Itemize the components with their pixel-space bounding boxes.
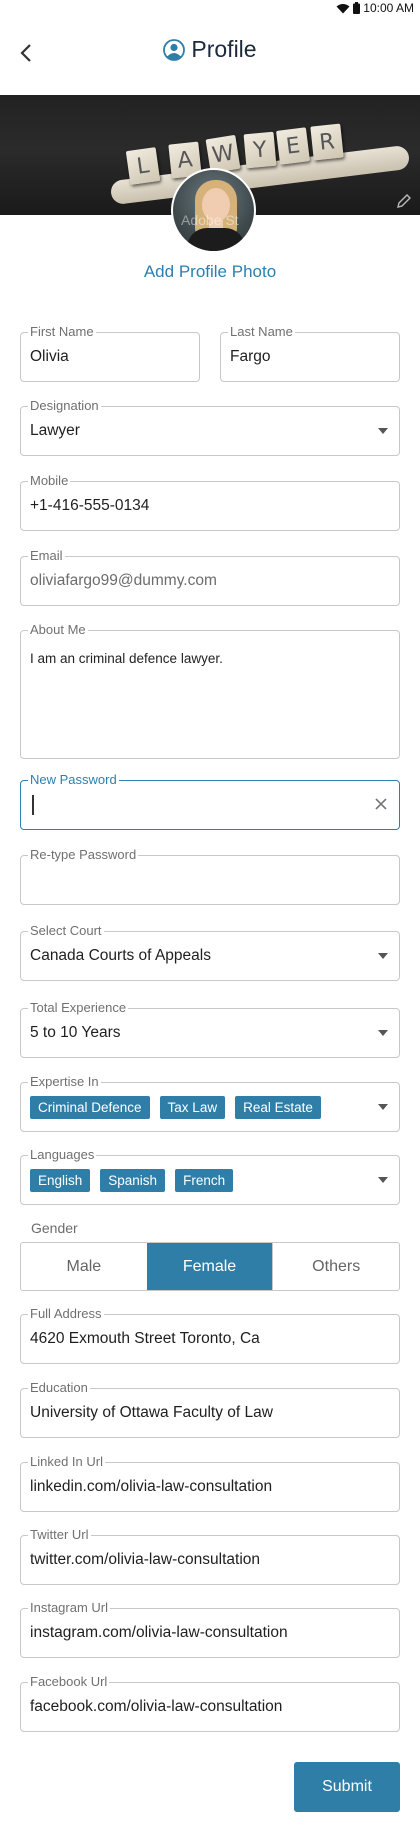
gender-option-others[interactable]: Others: [272, 1243, 399, 1290]
twitter-url-value: twitter.com/olivia-law-consultation: [30, 1551, 261, 1568]
education-field[interactable]: Education University of Ottawa Faculty o…: [20, 1380, 400, 1438]
email-value: oliviafargo99@dummy.com: [30, 572, 217, 589]
avatar-watermark: Adobe St: [181, 212, 239, 228]
linkedin-url-field[interactable]: Linked In Url linkedin.com/olivia-law-co…: [20, 1454, 400, 1512]
app-bar: Profile: [0, 16, 420, 94]
instagram-url-value: instagram.com/olivia-law-consultation: [30, 1624, 288, 1641]
status-bar: 10:00 AM: [0, 0, 420, 16]
language-chip[interactable]: Spanish: [100, 1169, 166, 1192]
page-title: Profile: [0, 36, 420, 63]
text-cursor: [32, 795, 34, 815]
twitter-url-field[interactable]: Twitter Url twitter.com/olivia-law-consu…: [20, 1527, 400, 1585]
caret-down-icon: [378, 1104, 388, 1110]
submit-button[interactable]: Submit: [294, 1762, 400, 1812]
expertise-label: Expertise In: [28, 1074, 101, 1090]
about-me-label: About Me: [28, 622, 88, 638]
expertise-chip[interactable]: Tax Law: [159, 1096, 226, 1119]
battery-icon: [353, 2, 361, 14]
caret-down-icon: [378, 953, 388, 959]
gender-label: Gender: [31, 1220, 78, 1236]
add-profile-photo-link[interactable]: Add Profile Photo: [0, 262, 420, 282]
education-value: University of Ottawa Faculty of Law: [30, 1404, 273, 1421]
languages-label: Languages: [28, 1147, 97, 1163]
expertise-chips: Criminal Defence Tax Law Real Estate: [30, 1096, 321, 1119]
retype-password-label: Re-type Password: [28, 847, 139, 863]
last-name-label: Last Name: [228, 324, 295, 340]
linkedin-url-value: linkedin.com/olivia-law-consultation: [30, 1478, 273, 1495]
edit-cover-icon[interactable]: [396, 193, 412, 209]
gender-segmented-control: Male Female Others: [20, 1242, 400, 1291]
email-label: Email: [28, 548, 65, 564]
instagram-url-label: Instagram Url: [28, 1600, 111, 1616]
new-password-label: New Password: [28, 772, 119, 788]
facebook-url-field[interactable]: Facebook Url facebook.com/olivia-law-con…: [20, 1674, 400, 1732]
address-field[interactable]: Full Address 4620 Exmouth Street Toronto…: [20, 1306, 400, 1364]
language-chip[interactable]: English: [30, 1169, 91, 1192]
new-password-field[interactable]: New Password: [20, 772, 400, 830]
cover-tile: L: [125, 147, 161, 185]
designation-label: Designation: [28, 398, 101, 414]
court-select[interactable]: Select Court Canada Courts of Appeals: [20, 923, 400, 981]
linkedin-url-label: Linked In Url: [28, 1454, 105, 1470]
about-me-textarea[interactable]: About Me I am an criminal defence lawyer…: [20, 622, 400, 759]
designation-select[interactable]: Designation Lawyer: [20, 398, 400, 456]
cover-tile: E: [276, 127, 310, 165]
designation-value: Lawyer: [30, 422, 80, 439]
address-value: 4620 Exmouth Street Toronto, Ca: [30, 1330, 260, 1347]
mobile-value: +1-416-555-0134: [30, 497, 150, 514]
cover-tile: R: [310, 123, 344, 161]
retype-password-field[interactable]: Re-type Password: [20, 847, 400, 905]
twitter-url-label: Twitter Url: [28, 1527, 91, 1543]
caret-down-icon: [378, 428, 388, 434]
status-time: 10:00 AM: [363, 1, 414, 15]
facebook-url-value: facebook.com/olivia-law-consultation: [30, 1698, 283, 1715]
languages-chips: English Spanish French: [30, 1169, 234, 1192]
mobile-field[interactable]: Mobile +1-416-555-0134: [20, 473, 400, 531]
mobile-label: Mobile: [28, 473, 71, 489]
first-name-label: First Name: [28, 324, 96, 340]
experience-value: 5 to 10 Years: [30, 1024, 121, 1041]
user-circle-icon: [163, 38, 186, 61]
expertise-select[interactable]: Expertise In Criminal Defence Tax Law Re…: [20, 1074, 400, 1132]
gender-option-female[interactable]: Female: [146, 1243, 273, 1290]
avatar[interactable]: Adobe St: [171, 168, 256, 253]
wifi-icon: [336, 3, 350, 13]
about-me-value: I am an criminal defence lawyer.: [30, 651, 223, 666]
page-title-text: Profile: [191, 36, 257, 62]
last-name-value: Fargo: [230, 348, 271, 365]
education-label: Education: [28, 1380, 90, 1396]
facebook-url-label: Facebook Url: [28, 1674, 110, 1690]
caret-down-icon: [378, 1030, 388, 1036]
address-label: Full Address: [28, 1306, 104, 1322]
languages-select[interactable]: Languages English Spanish French: [20, 1147, 400, 1205]
language-chip[interactable]: French: [175, 1169, 234, 1192]
first-name-field[interactable]: First Name Olivia: [20, 324, 200, 382]
experience-select[interactable]: Total Experience 5 to 10 Years: [20, 1000, 400, 1058]
last-name-field[interactable]: Last Name Fargo: [220, 324, 400, 382]
email-field[interactable]: Email oliviafargo99@dummy.com: [20, 548, 400, 606]
experience-label: Total Experience: [28, 1000, 129, 1016]
expertise-chip[interactable]: Real Estate: [235, 1096, 321, 1119]
instagram-url-field[interactable]: Instagram Url instagram.com/olivia-law-c…: [20, 1600, 400, 1658]
court-value: Canada Courts of Appeals: [30, 947, 211, 964]
clear-icon[interactable]: [373, 796, 389, 812]
caret-down-icon: [378, 1177, 388, 1183]
cover-tile: Y: [243, 131, 277, 169]
court-label: Select Court: [28, 923, 104, 939]
first-name-value: Olivia: [30, 348, 69, 365]
status-indicators: 10:00 AM: [336, 1, 414, 15]
expertise-chip[interactable]: Criminal Defence: [30, 1096, 150, 1119]
gender-option-male[interactable]: Male: [21, 1243, 147, 1290]
